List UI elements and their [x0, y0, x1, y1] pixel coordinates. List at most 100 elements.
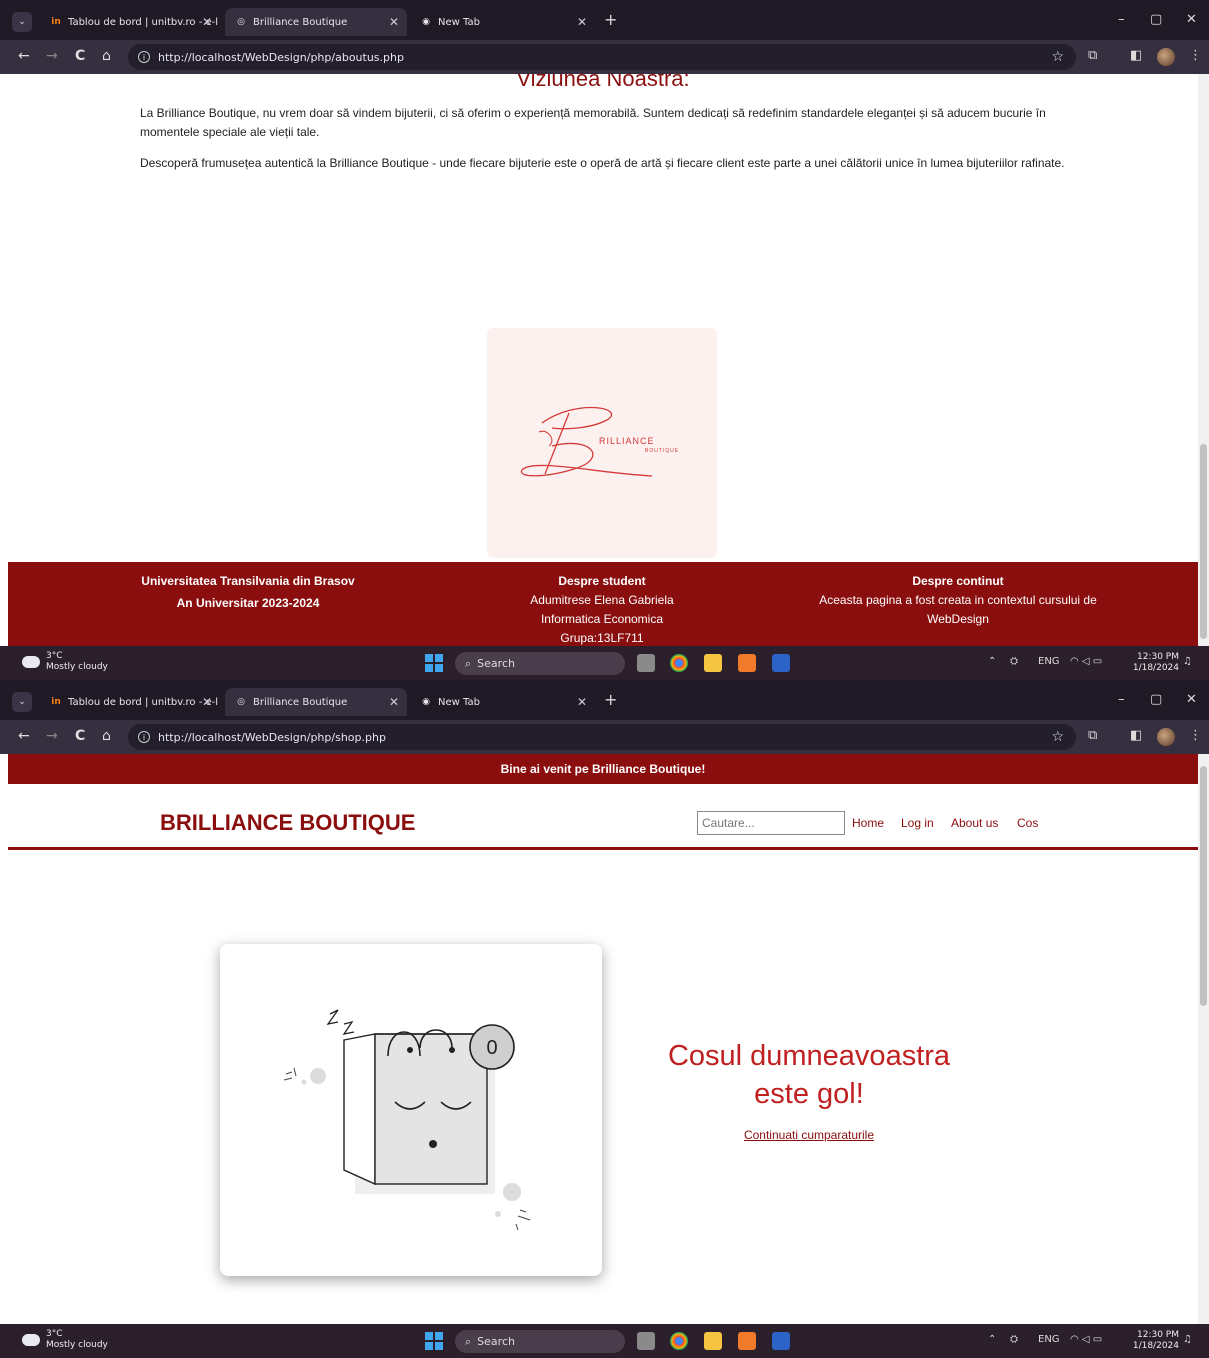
url-field[interactable]: i http://localhost/WebDesign/php/aboutus…	[128, 44, 1076, 70]
footer-student-name: Adumitrese Elena Gabriela	[530, 593, 674, 607]
site-info-icon[interactable]: i	[138, 731, 150, 743]
language-indicator[interactable]: ENG	[1038, 656, 1060, 667]
tab-unitbv[interactable]: in Tablou de bord | unitbv.ro - e-l ✕	[40, 8, 220, 36]
task-view-icon[interactable]	[637, 1332, 655, 1350]
home-button[interactable]: ⌂	[102, 728, 111, 744]
bookmark-star-icon[interactable]: ☆	[1051, 729, 1064, 745]
close-window-button[interactable]: ✕	[1186, 12, 1197, 27]
file-explorer-icon[interactable]	[704, 1332, 722, 1350]
tray-chevron-icon[interactable]: ⌃	[988, 656, 996, 667]
new-tab-button[interactable]: +	[604, 10, 617, 29]
continue-shopping-link[interactable]: Continuati cumparaturile	[628, 1128, 990, 1142]
file-explorer-icon[interactable]	[704, 654, 722, 672]
close-tab-icon[interactable]: ✕	[577, 695, 587, 709]
nav-login[interactable]: Log in	[901, 816, 934, 830]
vertical-scrollbar[interactable]	[1198, 754, 1209, 1326]
windows-taskbar: 3°C Mostly cloudy ⌕ Search ⌃ ⛭ ENG ◠ ◁ ▭ 1…	[0, 646, 1209, 680]
tab-label: New Tab	[438, 16, 480, 28]
windows-start-icon[interactable]	[425, 654, 443, 672]
back-button[interactable]: ←	[18, 48, 30, 64]
xampp-icon[interactable]	[738, 654, 756, 672]
vertical-scrollbar[interactable]	[1198, 74, 1209, 646]
side-panel-icon[interactable]: ◧	[1130, 728, 1142, 743]
url-field[interactable]: i http://localhost/WebDesign/php/shop.ph…	[128, 724, 1076, 750]
moodle-icon: in	[51, 17, 61, 27]
word-icon[interactable]	[772, 654, 790, 672]
tab-brilliance[interactable]: ◎ Brilliance Boutique ✕	[225, 8, 407, 36]
nav-home[interactable]: Home	[852, 816, 884, 830]
taskbar-search[interactable]: ⌕ Search	[455, 1330, 625, 1353]
clock[interactable]: 12:30 PM 1/18/2024	[1133, 1330, 1179, 1352]
footer-academic-year: An Universitar 2023-2024	[176, 596, 320, 610]
tab-new-tab[interactable]: ◉ New Tab ✕	[410, 688, 595, 716]
close-tab-icon[interactable]: ✕	[577, 15, 587, 29]
cloud-icon	[18, 651, 40, 668]
reload-button[interactable]: C	[75, 48, 85, 64]
extensions-icon[interactable]: ⧉	[1088, 48, 1097, 63]
back-button[interactable]: ←	[18, 728, 30, 744]
notifications-bell-icon[interactable]: ♫	[1183, 1334, 1192, 1345]
footer-content-text: Aceasta pagina a fost creata in contextu…	[819, 593, 1097, 607]
restore-button[interactable]: ▢	[1150, 692, 1162, 707]
word-icon[interactable]	[772, 1332, 790, 1350]
new-tab-button[interactable]: +	[604, 690, 617, 709]
forward-button[interactable]: →	[46, 48, 58, 64]
profile-avatar[interactable]	[1157, 48, 1175, 66]
task-view-icon[interactable]	[637, 654, 655, 672]
restore-button[interactable]: ▢	[1150, 12, 1162, 27]
clock[interactable]: 12:30 PM 1/18/2024	[1133, 652, 1179, 674]
side-panel-icon[interactable]: ◧	[1130, 48, 1142, 63]
minimize-button[interactable]: –	[1118, 692, 1125, 707]
search-icon: ⌕	[465, 656, 472, 670]
tray-app-icon[interactable]: ⛭	[1010, 656, 1018, 667]
nav-cart[interactable]: Cos	[1017, 816, 1038, 830]
taskbar-search[interactable]: ⌕ Search	[455, 652, 625, 675]
wifi-volume-battery-icons[interactable]: ◠ ◁ ▭	[1070, 1334, 1102, 1345]
extensions-icon[interactable]: ⧉	[1088, 728, 1097, 743]
scrollbar-thumb[interactable]	[1200, 766, 1207, 1006]
tab-search-menu-button[interactable]: ⌄	[12, 692, 32, 712]
tab-unitbv[interactable]: in Tablou de bord | unitbv.ro - e-l ✕	[40, 688, 220, 716]
forward-button[interactable]: →	[46, 728, 58, 744]
close-tab-icon[interactable]: ✕	[389, 15, 399, 29]
tray-app-icon[interactable]: ⛭	[1010, 1334, 1018, 1345]
nav-about-us[interactable]: About us	[951, 816, 998, 830]
bookmark-star-icon[interactable]: ☆	[1051, 49, 1064, 65]
menu-kebab-icon[interactable]: ⋮	[1189, 48, 1202, 63]
weather-widget[interactable]: 3°C Mostly cloudy	[18, 1329, 108, 1351]
clock-date: 1/18/2024	[1132, 663, 1179, 673]
scrollbar-thumb[interactable]	[1200, 444, 1207, 639]
brand-title[interactable]: BRILLIANCE BOUTIQUE	[160, 810, 415, 836]
clock-time: 12:30 PM	[1137, 652, 1179, 662]
tab-new-tab[interactable]: ◉ New Tab ✕	[410, 8, 595, 36]
cloud-icon	[18, 1329, 40, 1346]
reload-button[interactable]: C	[75, 728, 85, 744]
notifications-bell-icon[interactable]: ♫	[1183, 656, 1192, 667]
search-input[interactable]	[697, 811, 845, 835]
chrome-taskbar-icon[interactable]	[670, 654, 688, 672]
language-indicator[interactable]: ENG	[1038, 1334, 1060, 1345]
weather-text: Mostly cloudy	[46, 662, 108, 672]
weather-widget[interactable]: 3°C Mostly cloudy	[18, 651, 108, 673]
close-tab-icon[interactable]: ✕	[202, 15, 212, 29]
windows-taskbar: 3°C Mostly cloudy ⌕ Search ⌃ ⛭ ENG ◠ ◁ ▭ 1…	[0, 1324, 1209, 1358]
tab-brilliance[interactable]: ◎ Brilliance Boutique ✕	[225, 688, 407, 716]
home-button[interactable]: ⌂	[102, 48, 111, 64]
profile-avatar[interactable]	[1157, 728, 1175, 746]
menu-kebab-icon[interactable]: ⋮	[1189, 728, 1202, 743]
close-tab-icon[interactable]: ✕	[202, 695, 212, 709]
tab-search-menu-button[interactable]: ⌄	[12, 12, 32, 32]
empty-cart-heading-line: este gol!	[754, 1078, 864, 1110]
site-info-icon[interactable]: i	[138, 51, 150, 63]
close-window-button[interactable]: ✕	[1186, 692, 1197, 707]
close-tab-icon[interactable]: ✕	[389, 695, 399, 709]
footer-university: Universitatea Transilvania din Brasov An…	[98, 572, 398, 613]
clock-date: 1/18/2024	[1132, 1341, 1179, 1351]
xampp-icon[interactable]	[738, 1332, 756, 1350]
windows-start-icon[interactable]	[425, 1332, 443, 1350]
minimize-button[interactable]: –	[1118, 12, 1125, 27]
wifi-volume-battery-icons[interactable]: ◠ ◁ ▭	[1070, 656, 1102, 667]
chrome-taskbar-icon[interactable]	[670, 1332, 688, 1350]
welcome-banner: Bine ai venit pe Brilliance Boutique!	[8, 754, 1198, 784]
tray-chevron-icon[interactable]: ⌃	[988, 1334, 996, 1345]
